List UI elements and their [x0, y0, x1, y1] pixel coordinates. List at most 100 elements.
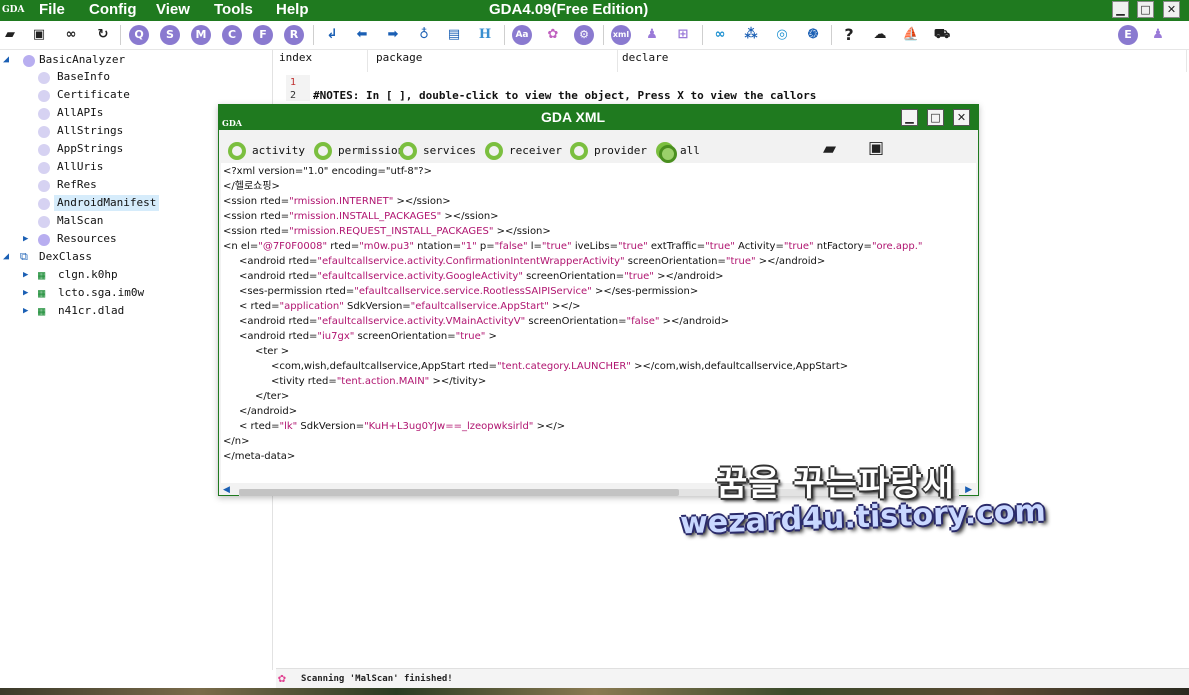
xml-attribute-value: "efaultcallservice.service.RootlessSAIPI… — [354, 286, 592, 297]
xml-text: <ses-permission rted= — [239, 286, 355, 297]
tree-node-label: AppStrings — [57, 142, 124, 155]
close-button[interactable]: ✕ — [1163, 1, 1180, 18]
expanded-arrow-icon[interactable]: ◢ — [3, 249, 13, 265]
ship-icon[interactable]: ⛵ — [901, 25, 921, 45]
radio-circle[interactable] — [570, 142, 588, 160]
colors-icon[interactable]: ✿ — [543, 25, 563, 45]
xml-text: p= — [476, 241, 495, 252]
xml-text: ></ssion> — [493, 226, 551, 237]
column-header: index package declare — [276, 50, 1189, 72]
refresh-icon[interactable]: ↻ — [93, 25, 113, 45]
gda-logo: GDA — [2, 5, 25, 15]
xml-text: screenOrientation= — [522, 271, 625, 282]
open-folder-icon[interactable]: ▰ — [0, 25, 20, 45]
document-icon[interactable]: ▤ — [444, 25, 464, 45]
xml-line: </n> — [223, 434, 249, 449]
android-icon[interactable]: ♟ — [642, 25, 662, 45]
column-declare[interactable]: declare — [619, 50, 1187, 72]
column-index[interactable]: index — [276, 50, 368, 72]
xml-content-view[interactable]: <?xml version="1.0" encoding="utf-8"?> </… — [221, 163, 976, 483]
node-dot-icon — [38, 216, 50, 228]
infinity-icon[interactable]: ∞ — [710, 25, 730, 45]
xml-text: </ter> — [255, 391, 290, 402]
xml-text: <android rted= — [239, 271, 318, 282]
node-dot-icon — [38, 72, 50, 84]
collapsed-arrow-icon[interactable]: ▶ — [23, 267, 33, 283]
save-icon[interactable]: ▣ — [868, 138, 884, 158]
xml-icon[interactable]: xml — [611, 25, 631, 45]
open-folder-icon[interactable]: ▰ — [823, 139, 836, 159]
xml-attribute-value: "tent.action.MAIN" — [336, 376, 430, 387]
h-icon[interactable]: H — [475, 25, 495, 45]
dialog-title-bar[interactable]: GDA GDA XML ▁ □ ✕ — [219, 105, 978, 130]
maximize-button[interactable]: □ — [1137, 1, 1154, 18]
s-icon[interactable]: S — [160, 25, 180, 45]
help-icon[interactable]: ? — [839, 25, 859, 45]
xml-text: < rted= — [239, 301, 280, 312]
jump-icon[interactable]: ↲ — [322, 25, 342, 45]
tree-node-label: Resources — [57, 232, 117, 245]
radio-label: permission — [338, 144, 405, 157]
menu-view[interactable]: View — [156, 0, 190, 21]
cloud-icon[interactable]: ☁ — [870, 25, 890, 45]
collapsed-arrow-icon[interactable]: ▶ — [23, 303, 33, 319]
collapsed-arrow-icon[interactable]: ▶ — [23, 285, 33, 301]
back-arrow-icon[interactable]: ⬅ — [352, 25, 372, 45]
dialog-maximize-button[interactable]: □ — [927, 109, 944, 126]
minimize-button[interactable]: ▁ — [1112, 1, 1129, 18]
radio-label: services — [423, 144, 476, 157]
cart-icon[interactable]: ⛟ — [932, 25, 952, 45]
bulb-icon[interactable]: ♁ — [414, 25, 434, 45]
xml-attribute-value: "efaultcallservice.activity.GoogleActivi… — [317, 271, 523, 282]
radio-circle[interactable] — [228, 142, 246, 160]
tree-node-label: n41cr.dlad — [58, 304, 125, 317]
radio-circle[interactable] — [314, 142, 332, 160]
m-icon[interactable]: M — [191, 25, 211, 45]
xml-attribute-value: "iu7gx" — [317, 331, 355, 342]
android-alt-icon[interactable]: ♟ — [1148, 25, 1168, 45]
menu-file[interactable]: File — [39, 0, 65, 21]
tree-node-label: BasicAnalyzer — [39, 53, 126, 66]
scroll-right-icon[interactable]: ▶ — [965, 485, 972, 495]
xml-text: l= — [527, 241, 542, 252]
tree-node-label: BaseInfo — [57, 70, 110, 83]
dialog-close-button[interactable]: ✕ — [953, 109, 970, 126]
tree-node-basicanalyzer[interactable]: ◢ BasicAnalyzer — [3, 52, 263, 68]
dialog-minimize-button[interactable]: ▁ — [901, 109, 918, 126]
expanded-arrow-icon[interactable]: ◢ — [3, 52, 13, 68]
e-icon[interactable]: E — [1118, 25, 1138, 45]
radio-circle[interactable] — [485, 142, 503, 160]
radio-circle[interactable] — [399, 142, 417, 160]
menu-config[interactable]: Config — [89, 0, 136, 21]
toolbar-separator — [603, 25, 604, 45]
xml-text: <ter > — [255, 346, 290, 357]
fingerprint-icon[interactable]: ֍ — [803, 25, 823, 45]
graph-icon[interactable]: ⁂ — [741, 25, 761, 45]
tree-node-label: RefRes — [57, 178, 97, 191]
xml-text: ntation= — [414, 241, 462, 252]
xml-text: <n el= — [223, 241, 259, 252]
xml-attribute-value: "@7F0F0008" — [258, 241, 328, 252]
scroll-left-icon[interactable]: ◀ — [223, 485, 230, 495]
column-package[interactable]: package — [373, 50, 618, 72]
save-icon[interactable]: ▣ — [29, 25, 49, 45]
scrollbar-thumb[interactable] — [239, 489, 679, 496]
collapsed-arrow-icon[interactable]: ▶ — [23, 231, 33, 247]
menu-tools[interactable]: Tools — [214, 0, 253, 21]
xml-line: <ses-permission rted="efaultcallservice.… — [239, 284, 698, 299]
target-icon[interactable]: ◎ — [772, 25, 792, 45]
xml-line: </android> — [239, 404, 297, 419]
menu-help[interactable]: Help — [276, 0, 309, 21]
c-icon[interactable]: C — [222, 25, 242, 45]
q-icon[interactable]: Q — [129, 25, 149, 45]
r-icon[interactable]: R — [284, 25, 304, 45]
font-icon[interactable]: Aa — [512, 25, 532, 45]
forward-arrow-icon[interactable]: ➡ — [383, 25, 403, 45]
windows-icon[interactable]: ⊞ — [673, 25, 693, 45]
gear-icon[interactable]: ⚙ — [574, 25, 594, 45]
radio-circle-selected[interactable] — [656, 142, 677, 163]
tree-node-label: lcto.sga.im0w — [58, 286, 145, 299]
f-icon[interactable]: F — [253, 25, 273, 45]
link-icon[interactable]: ∞ — [61, 25, 81, 45]
xml-attribute-value: "true" — [725, 256, 756, 267]
